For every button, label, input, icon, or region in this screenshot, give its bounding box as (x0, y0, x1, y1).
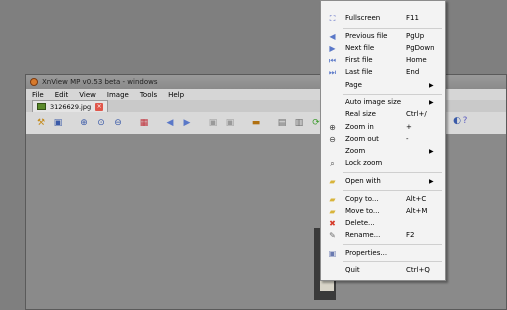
menu-item-next-file[interactable]: ▶ Next file PgDown (321, 42, 445, 54)
submenu-arrow-icon: ▶ (429, 98, 434, 106)
open-with-icon: ▰ (329, 176, 336, 186)
context-menu: ⛶ Fullscreen F11 ◀ Previous file PgUp ▶ … (320, 0, 446, 281)
menu-item-zoom-in[interactable]: ⊕ Zoom in + (321, 121, 445, 133)
save-icon[interactable]: ▣ (51, 116, 65, 130)
arrow-right-icon[interactable]: ▶ (180, 116, 194, 130)
rename-icon: ✎ (329, 230, 336, 240)
fullscreen-icon: ⛶ (329, 13, 336, 23)
slideshow-icon[interactable]: ▤ (275, 116, 289, 130)
menu-image[interactable]: Image (107, 91, 129, 99)
menu-item-rename[interactable]: ✎ Rename... F2 (321, 229, 445, 241)
menu-item-auto-image-size[interactable]: Auto image size ▶ (321, 96, 445, 108)
monitor-icon[interactable]: ▬ (249, 116, 263, 130)
copy-to-icon: ▰ (329, 194, 336, 204)
grid-icon[interactable]: ▦ (137, 116, 151, 130)
submenu-arrow-icon: ▶ (429, 147, 434, 155)
submenu-arrow-icon: ▶ (429, 81, 434, 89)
window-title: XnView MP v0.53 beta - windows (42, 78, 158, 86)
menu-help[interactable]: Help (168, 91, 184, 99)
move-to-icon: ▰ (329, 206, 336, 216)
menu-item-page[interactable]: Page ▶ (321, 79, 445, 91)
menu-item-fullscreen[interactable]: ⛶ Fullscreen F11 (321, 12, 445, 24)
menu-item-previous-file[interactable]: ◀ Previous file PgUp (321, 30, 445, 42)
menu-item-real-size[interactable]: Real size Ctrl+/ (321, 108, 445, 120)
xnview-app-icon (30, 78, 38, 86)
rotate-left-icon[interactable]: ▣ (206, 116, 220, 130)
previous-file-icon: ◀ (329, 31, 336, 41)
delete-icon: ✖ (329, 218, 336, 228)
menu-edit[interactable]: Edit (55, 91, 69, 99)
first-file-icon: ⏮ (328, 55, 337, 65)
rotate-right-icon[interactable]: ▣ (223, 116, 237, 130)
print-icon[interactable]: ▥ (292, 116, 306, 130)
menu-item-first-file[interactable]: ⏮ First file Home (321, 54, 445, 66)
menu-item-move-to[interactable]: ▰ Move to... Alt+M (321, 205, 445, 217)
menu-item-open-with[interactable]: ▰ Open with ▶ (321, 175, 445, 187)
menu-item-zoom-out[interactable]: ⊖ Zoom out - (321, 133, 445, 145)
browser-icon[interactable]: ⚒ (34, 116, 48, 130)
tab-label: 3126629.jpg (50, 102, 92, 111)
menu-item-lock-zoom[interactable]: ⌕ Lock zoom (321, 157, 445, 169)
properties-icon: ▣ (328, 248, 337, 258)
menu-item-properties[interactable]: ▣ Properties... (321, 247, 445, 259)
image-file-icon (37, 103, 46, 110)
last-file-icon: ⏭ (328, 67, 337, 77)
tab-image[interactable]: 3126629.jpg × (32, 100, 109, 112)
tab-close-icon[interactable]: × (95, 102, 104, 111)
menu-item-quit[interactable]: Quit Ctrl+Q (321, 264, 445, 276)
menu-item-delete[interactable]: ✖ Delete... (321, 217, 445, 229)
menu-file[interactable]: File (32, 91, 44, 99)
menu-item-last-file[interactable]: ⏭ Last file End (321, 66, 445, 78)
menu-item-zoom[interactable]: Zoom ▶ (321, 145, 445, 157)
zoom-out-icon: ⊖ (329, 134, 336, 144)
help-icon[interactable]: ? (458, 114, 472, 128)
zoom-in-icon[interactable]: ⊕ (77, 116, 91, 130)
arrow-left-icon[interactable]: ◀ (163, 116, 177, 130)
zoom-in-icon: ⊕ (329, 122, 336, 132)
submenu-arrow-icon: ▶ (429, 177, 434, 185)
zoom-fit-icon[interactable]: ⊙ (94, 116, 108, 130)
menu-tools[interactable]: Tools (140, 91, 157, 99)
zoom-out-icon[interactable]: ⊖ (111, 116, 125, 130)
menu-item-copy-to[interactable]: ▰ Copy to... Alt+C (321, 193, 445, 205)
lock-zoom-icon: ⌕ (330, 158, 335, 168)
menu-view[interactable]: View (79, 91, 96, 99)
next-file-icon: ▶ (329, 43, 336, 53)
